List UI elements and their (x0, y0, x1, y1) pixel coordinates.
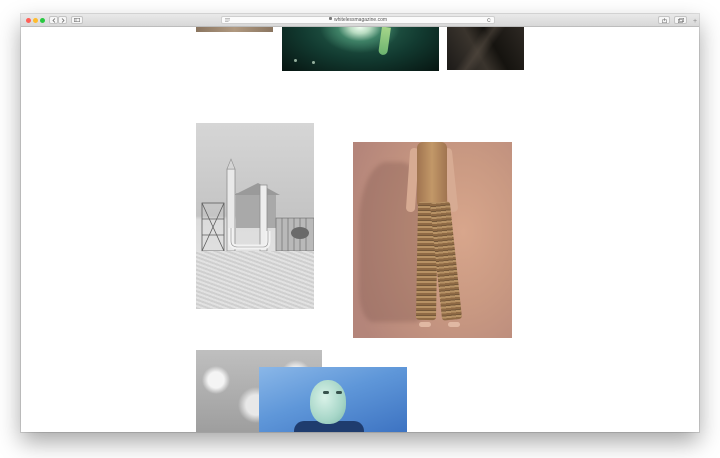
forward-button[interactable] (58, 16, 67, 24)
photo-knit-outfit[interactable] (353, 142, 512, 338)
tabs-overview-button[interactable] (674, 16, 687, 24)
sidebar-button[interactable] (71, 16, 83, 24)
browser-window: whitelessmagazine.com (21, 14, 699, 432)
close-window-button[interactable] (26, 18, 31, 23)
share-button[interactable] (658, 16, 670, 24)
sidebar-icon (74, 18, 80, 22)
page-content (21, 27, 699, 432)
photo-blue-figure[interactable] (259, 367, 407, 432)
minimize-window-button[interactable] (33, 18, 38, 23)
photo-industrial-bw[interactable] (196, 123, 314, 309)
share-icon (661, 17, 667, 23)
reload-icon[interactable] (487, 18, 491, 22)
photo-dark-texture[interactable] (447, 27, 524, 70)
lock-icon (328, 17, 332, 20)
forward-icon (61, 17, 65, 23)
browser-toolbar: whitelessmagazine.com (21, 14, 699, 27)
address-url: whitelessmagazine.com (333, 17, 388, 23)
tabs-icon (677, 17, 684, 23)
photo-green-light[interactable] (282, 27, 439, 71)
maximize-window-button[interactable] (40, 18, 45, 23)
new-tab-button[interactable]: + (692, 18, 698, 26)
back-icon (51, 17, 55, 23)
photo-strip-top[interactable] (196, 27, 273, 32)
address-bar[interactable]: whitelessmagazine.com (221, 16, 495, 24)
back-button[interactable] (49, 16, 58, 24)
